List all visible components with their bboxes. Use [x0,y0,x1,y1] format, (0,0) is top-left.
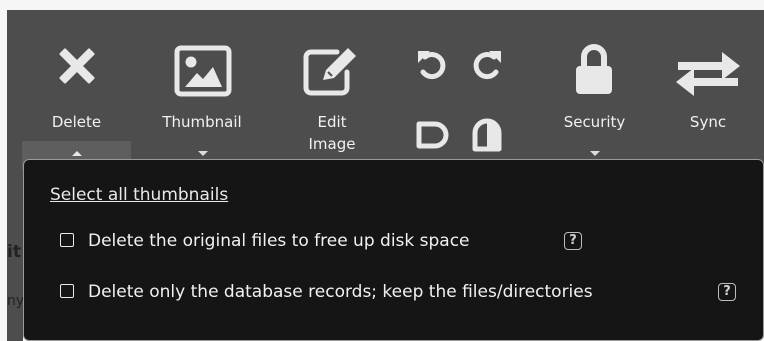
flip-horizontal-icon[interactable] [415,118,453,152]
rotate-ccw-icon[interactable] [415,48,449,82]
close-x-icon [59,48,95,84]
background-text: it [7,242,21,262]
background-content: it ny [7,170,25,341]
sync-label: Sync [689,113,727,131]
image-icon [174,45,232,97]
delete-original-files-option[interactable]: Delete the original files to free up dis… [60,230,620,252]
chevron-down-icon [590,151,600,156]
select-all-thumbnails-link[interactable]: Select all thumbnails [50,185,228,205]
checkbox[interactable] [60,233,74,247]
main-toolbar: Delete Thumbnail Edit Image Security Syn… [7,20,764,171]
edit-image-button[interactable]: Edit Image [282,20,382,170]
delete-label: Delete [51,113,102,131]
delete-button[interactable]: Delete [22,20,131,170]
option-label: Delete the original files to free up dis… [88,231,470,251]
edit-label-line1: Edit [317,113,347,131]
flip-vertical-icon[interactable] [470,116,504,154]
rotate-cw-icon[interactable] [470,48,504,82]
checkbox[interactable] [60,284,74,298]
thumbnail-label: Thumbnail [162,113,242,131]
app-frame: Delete Thumbnail Edit Image Security Syn… [7,0,764,341]
security-button[interactable]: Security [542,20,647,170]
thumbnail-button[interactable]: Thumbnail [147,20,257,170]
sync-button[interactable]: Sync [662,20,754,170]
delete-dropdown-menu: Select all thumbnails Delete the origina… [23,159,764,341]
security-label: Security [563,113,626,131]
help-icon[interactable]: ? [564,232,582,250]
background-text: ny [7,293,25,309]
edit-label-line2: Image [308,135,356,153]
edit-pencil-icon [303,48,356,96]
option-label: Delete only the database records; keep t… [88,282,593,302]
lock-icon [576,44,612,94]
chevron-up-icon [72,151,82,156]
help-icon[interactable]: ? [718,283,736,301]
chevron-down-icon [198,151,208,156]
delete-database-records-option[interactable]: Delete only the database records; keep t… [60,281,760,303]
sync-arrows-icon [676,52,740,96]
